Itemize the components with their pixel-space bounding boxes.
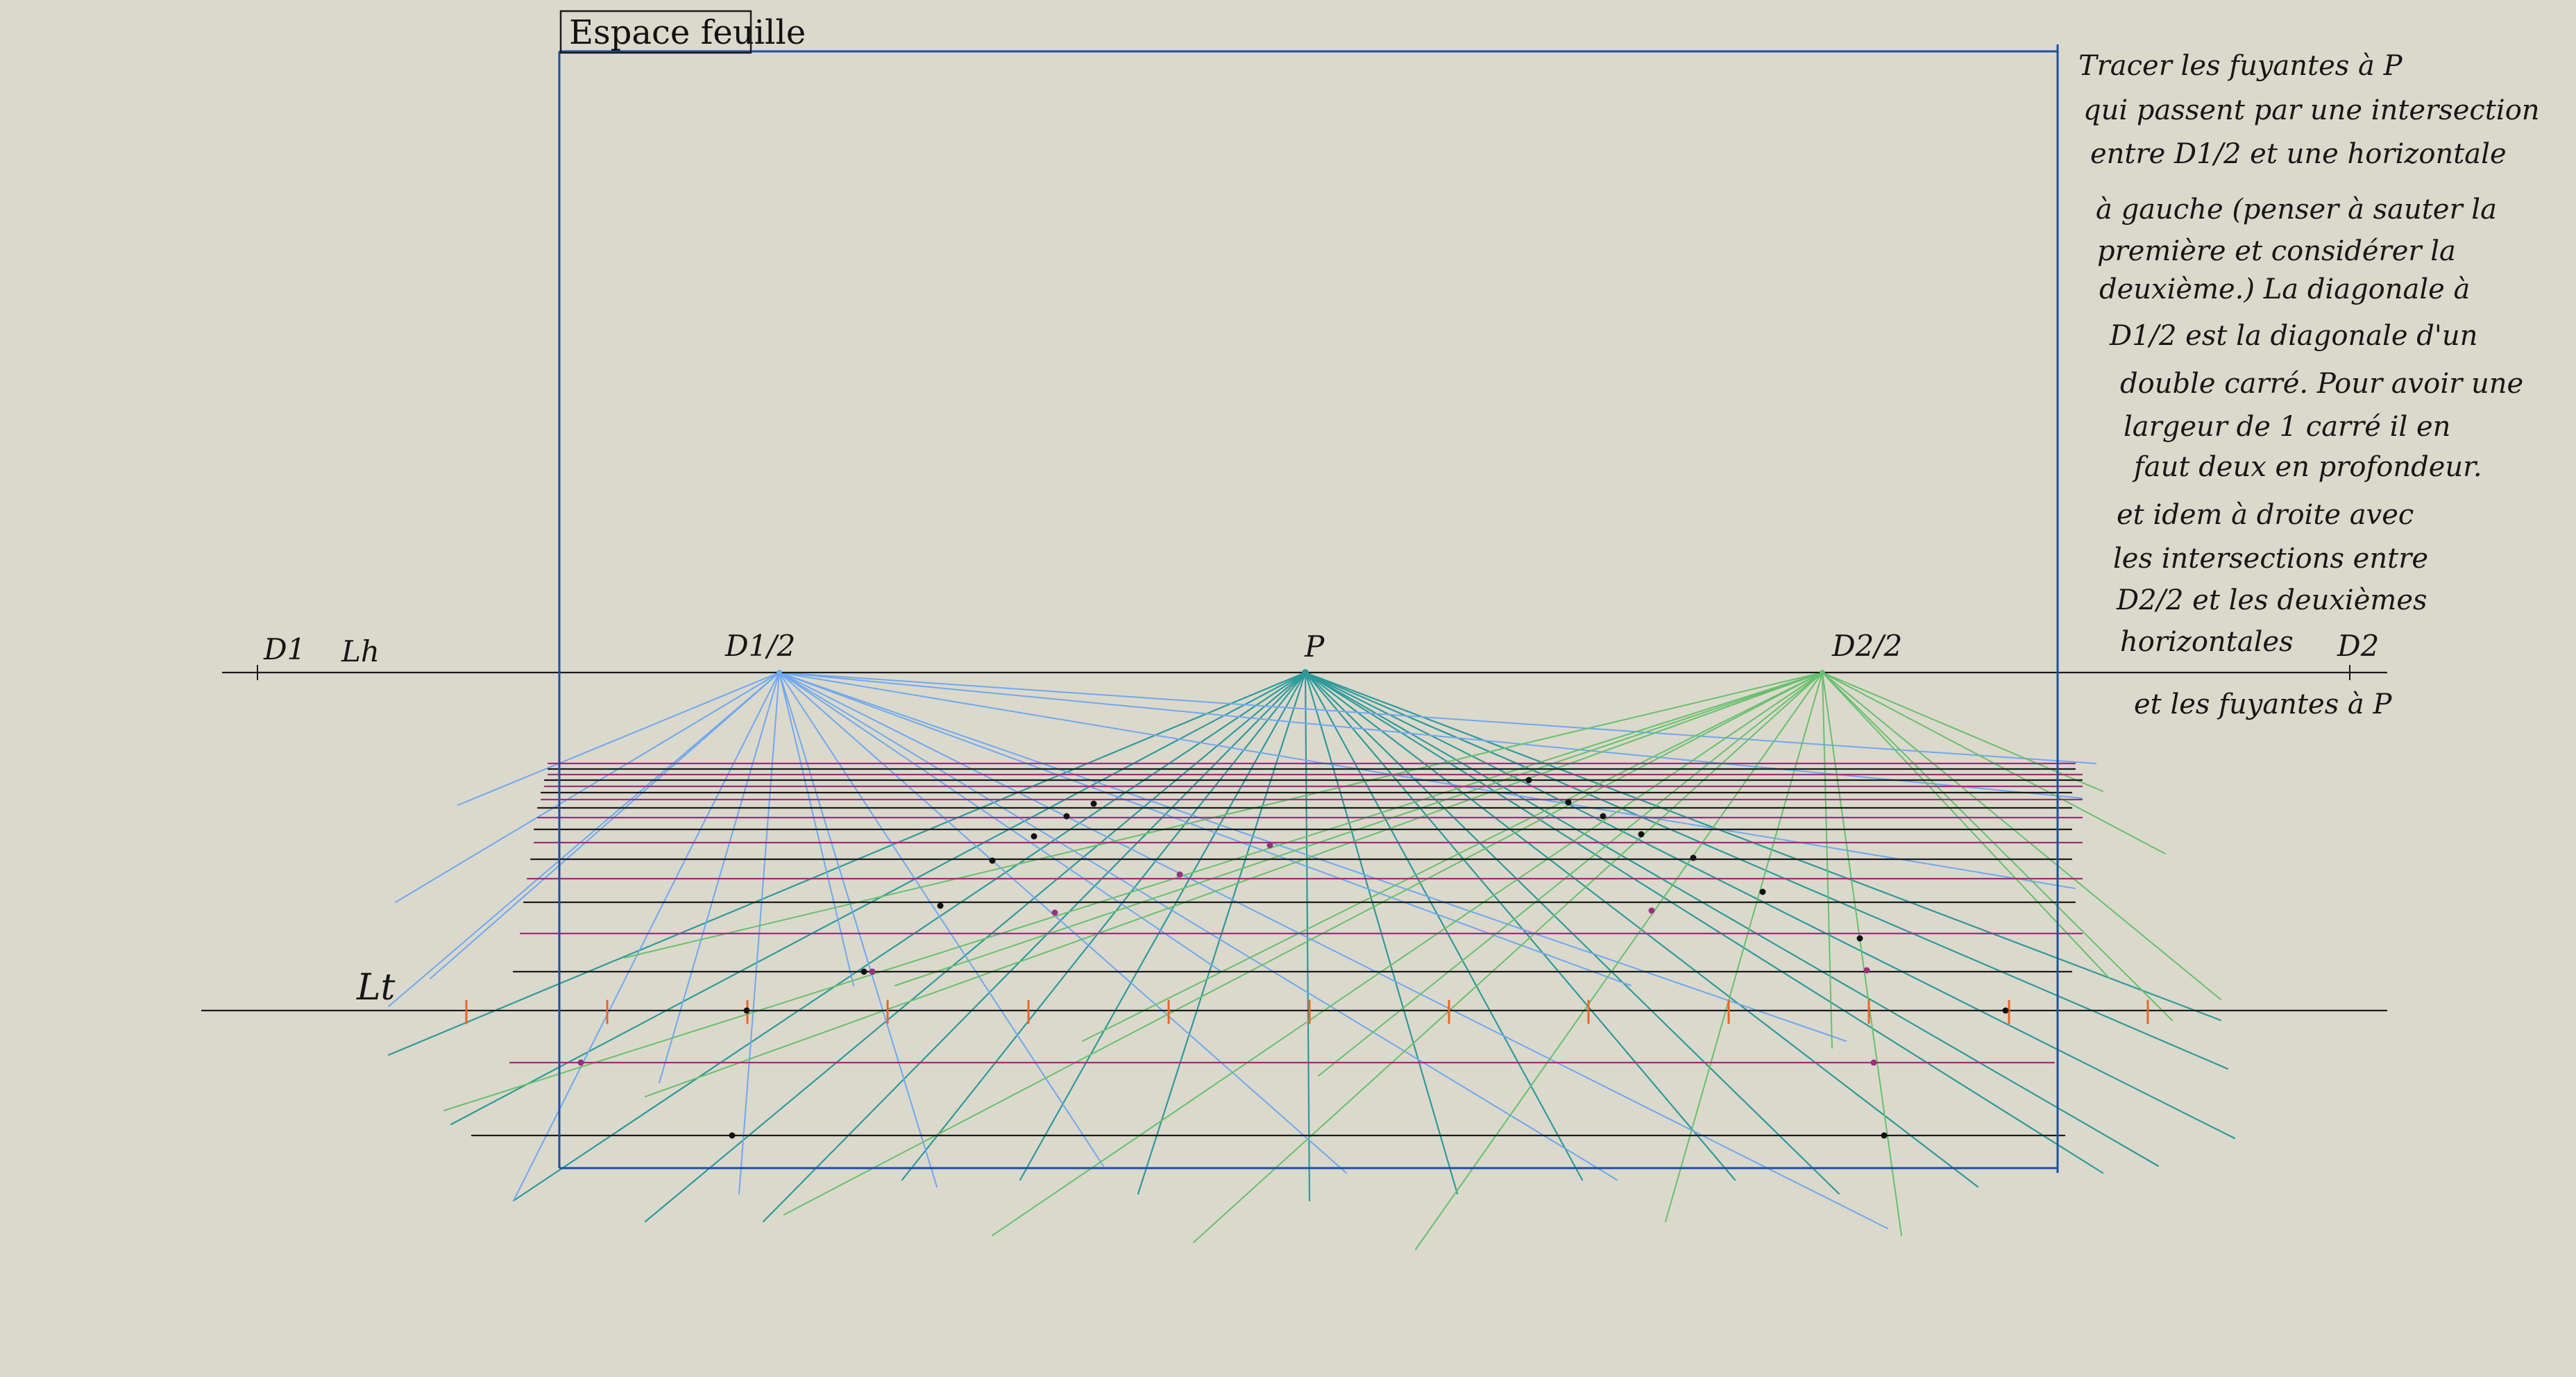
label-p: P — [1304, 630, 1325, 664]
vanishing-line-p — [450, 671, 1307, 1126]
note-line: à gauche (penser à sauter la — [2096, 194, 2497, 226]
note-line: et idem à droite avec — [2117, 499, 2414, 531]
intersection-dot — [1600, 813, 1607, 820]
label-lh: Lh — [341, 634, 380, 668]
sheet-title: Espace feuille — [569, 13, 806, 52]
vanishing-line-d-half-right — [1822, 672, 2221, 1000]
intersection-dot — [1063, 813, 1070, 820]
vanishing-line-d-half-right — [1665, 672, 1823, 1222]
intersection-dot — [1090, 800, 1097, 807]
vanishing-line-d-half-right — [1822, 672, 2110, 979]
intersection-dots-layer — [577, 777, 2009, 1139]
intersection-dot — [1870, 1059, 1877, 1066]
note-line: et les fuyantes à P — [2134, 688, 2392, 720]
note-line: première et considérer la — [2097, 235, 2456, 267]
note-line: D2/2 et les deuxièmes — [2116, 584, 2427, 616]
intersection-dot — [937, 902, 944, 909]
vanishing-line-d-half-left — [779, 672, 1104, 1167]
instruction-note: Tracer les fuyantes à P qui passent par u… — [2078, 50, 2540, 720]
label-d1: D1 — [263, 632, 305, 666]
vanishing-point-d-half-left — [777, 670, 782, 675]
vanishing-line-d-half-left — [388, 672, 780, 1007]
intersection-dot — [1031, 833, 1037, 840]
vanishing-line-d-half-right — [1822, 672, 1902, 1236]
vanishing-line-d-half-left — [779, 672, 1347, 1174]
intersection-dot — [1525, 777, 1532, 784]
note-line: les intersections entre — [2113, 543, 2428, 575]
vanishing-line-d-half-left — [779, 672, 1618, 1181]
intersection-dot — [1176, 871, 1183, 878]
label-d2: D2 — [2337, 629, 2379, 663]
note-line: entre D1/2 et une horizontale — [2090, 138, 2507, 170]
note-line: horizontales — [2120, 626, 2294, 658]
intersection-dot — [729, 1132, 736, 1139]
intersection-dot — [1051, 909, 1058, 916]
vanishing-line-d-half-right — [992, 672, 1823, 1236]
lt-ticks-layer — [465, 999, 2149, 1024]
intersection-dot — [1648, 907, 1655, 914]
intersection-dot — [1759, 888, 1766, 895]
horizontal-lines-layer — [471, 762, 2083, 1137]
vanishing-lines-layer — [387, 671, 2236, 1250]
intersection-dot — [1638, 831, 1645, 838]
note-line: largeur de 1 carré il en — [2124, 411, 2450, 443]
intersection-dot — [2002, 1007, 2009, 1014]
intersection-dot — [869, 968, 876, 975]
label-d-half-right: D2/2 — [1831, 629, 1902, 663]
vanishing-point-d-half-right — [1820, 670, 1825, 675]
vanishing-line-d-half-right — [645, 672, 1823, 1097]
label-lt: Lt — [356, 967, 396, 1008]
intersection-dot — [743, 1007, 750, 1014]
note-line: double carré. Pour avoir une — [2120, 368, 2523, 400]
note-line: faut deux en profondeur. — [2132, 451, 2482, 483]
vanishing-line-p — [1304, 671, 2236, 1140]
vanishing-line-d-half-right — [1822, 672, 2103, 792]
label-d-half-left: D1/2 — [724, 629, 795, 663]
vanishing-line-d-half-right — [443, 672, 1823, 1111]
vanishing-line-d-half-left — [457, 672, 780, 806]
vanishing-line-p — [1304, 671, 2222, 1022]
note-line: Tracer les fuyantes à P — [2078, 50, 2403, 82]
note-line: qui passent par une intersection — [2083, 94, 2540, 126]
intersection-dot — [1863, 967, 1870, 974]
vanishing-line-d-half-right — [1822, 672, 2173, 1021]
intersection-dot — [1690, 854, 1697, 861]
vanishing-line-p — [1304, 671, 2160, 1167]
vanishing-line-d-half-left — [779, 672, 938, 1188]
intersection-dot — [1565, 799, 1572, 806]
vanishing-line-d-half-right — [1193, 672, 1823, 1243]
intersection-dot — [989, 857, 996, 864]
vanishing-line-p — [644, 671, 1307, 1223]
intersection-dot — [1266, 842, 1273, 849]
intersection-dot — [577, 1059, 584, 1066]
note-line: D1/2 est la diagonale d'un — [2109, 320, 2477, 352]
vanishing-line-p — [901, 671, 1307, 1181]
intersection-dot — [1881, 1132, 1888, 1139]
note-line: deuxième.) La diagonale à — [2099, 273, 2470, 305]
vanishing-point-p — [1302, 669, 1309, 676]
intersection-dot — [1856, 935, 1863, 942]
perspective-construction-canvas: Espace feuille D1 Lh D1/2 P D2/2 D2 Lt T… — [201, 10, 2540, 1250]
intersection-dot — [861, 968, 867, 975]
vanishing-line-p — [387, 671, 1307, 1056]
vanishing-line-p — [1304, 671, 2104, 1174]
